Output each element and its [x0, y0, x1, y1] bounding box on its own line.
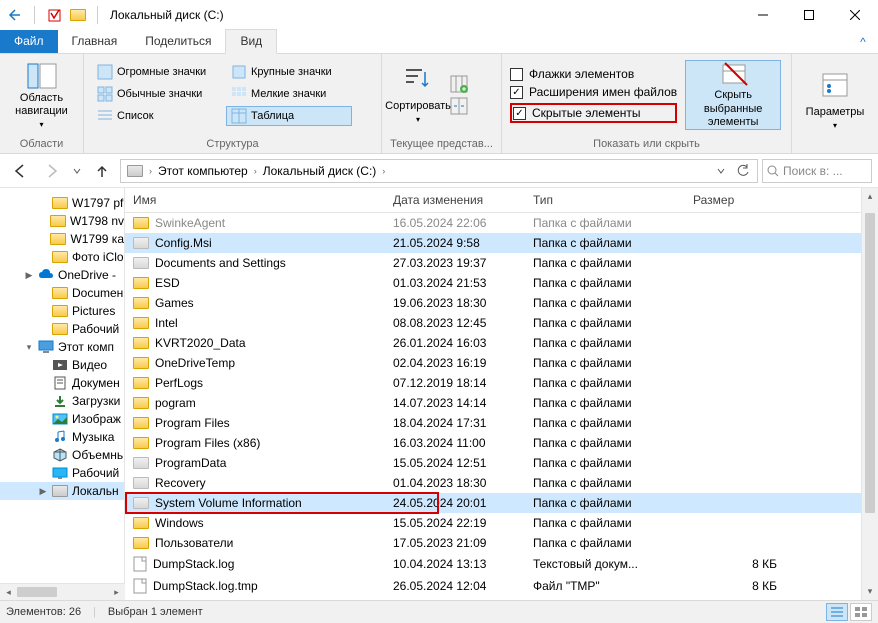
file-row[interactable]: Пользователи17.05.2023 21:09Папка с файл… [125, 533, 861, 553]
nav-item[interactable]: W1799 ка [0, 230, 124, 248]
column-name[interactable]: Имя [125, 188, 385, 212]
nav-item[interactable]: Рабочий [0, 320, 124, 338]
drive-icon [127, 165, 143, 177]
file-row[interactable]: KVRT2020_Data26.01.2024 16:03Папка с фай… [125, 333, 861, 353]
layout-extra-large[interactable]: Огромные значки [92, 62, 224, 82]
search-input[interactable]: Поиск в: ... [762, 159, 872, 183]
nav-item[interactable]: ▶Локальн [0, 482, 124, 500]
file-row[interactable]: ESD01.03.2024 21:53Папка с файлами [125, 273, 861, 293]
nav-item[interactable]: W1797 pf [0, 194, 124, 212]
options-button[interactable]: Параметры▾ [800, 66, 870, 136]
scrollbar-vertical[interactable]: ▴ ▾ [861, 188, 878, 600]
file-row[interactable]: Intel08.08.2023 12:45Папка с файлами [125, 313, 861, 333]
file-row[interactable]: Program Files18.04.2024 17:31Папка с фай… [125, 413, 861, 433]
nav-item[interactable]: Изображ [0, 410, 124, 428]
up-button[interactable] [88, 157, 116, 185]
file-row[interactable]: System Volume Information24.05.2024 20:0… [125, 493, 861, 513]
qat-back-icon[interactable] [4, 4, 26, 26]
titlebar: Локальный диск (C:) [0, 0, 878, 30]
refresh-icon[interactable] [731, 157, 755, 185]
tab-share[interactable]: Поделиться [131, 30, 225, 53]
file-row[interactable]: DumpStack.log10.04.2024 13:13Текстовый д… [125, 553, 861, 575]
layout-large[interactable]: Крупные значки [226, 62, 352, 82]
file-row[interactable]: PerfLogs07.12.2019 18:14Папка с файлами [125, 373, 861, 393]
back-button[interactable] [6, 157, 34, 185]
tab-home[interactable]: Главная [58, 30, 132, 53]
status-selected: Выбран 1 элемент [108, 606, 203, 618]
hide-selected-button[interactable]: Скрыть выбранные элементы [685, 60, 781, 130]
layout-medium[interactable]: Обычные значки [92, 84, 224, 104]
checkbox-hidden-items[interactable]: ✓Скрытые элементы [510, 103, 677, 123]
nav-scrollbar-horizontal[interactable]: ◂▸ [0, 583, 125, 600]
layout-details[interactable]: Таблица [226, 106, 352, 126]
group-label-panes: Области [0, 136, 83, 153]
file-row[interactable]: Documents and Settings27.03.2023 19:37Па… [125, 253, 861, 273]
file-row[interactable]: Program Files (x86)16.03.2024 11:00Папка… [125, 433, 861, 453]
file-row[interactable]: OneDriveTemp02.04.2023 16:19Папка с файл… [125, 353, 861, 373]
file-row[interactable]: SwinkeAgent16.05.2024 22:06Папка с файла… [125, 213, 861, 233]
file-row[interactable]: DumpStack.log.tmp26.05.2024 12:04Файл "T… [125, 575, 861, 597]
ribbon-tabs: Файл Главная Поделиться Вид ^ [0, 30, 878, 54]
file-list[interactable]: SwinkeAgent16.05.2024 22:06Папка с файла… [125, 213, 861, 600]
address-bar: › Этот компьютер › Локальный диск (C:) ›… [0, 154, 878, 188]
nav-item[interactable]: ▾Этот комп [0, 338, 124, 356]
nav-item[interactable]: Музыка [0, 428, 124, 446]
breadcrumb-pc[interactable]: Этот компьютер [154, 164, 252, 178]
file-row[interactable]: pogram14.07.2023 14:14Папка с файлами [125, 393, 861, 413]
qat-properties-icon[interactable] [43, 4, 65, 26]
tab-file[interactable]: Файл [0, 30, 58, 53]
minimize-button[interactable] [740, 0, 786, 30]
forward-button[interactable] [38, 157, 66, 185]
navigation-pane[interactable]: W1797 pfW1798 nvW1799 каФото iClo▶OneDri… [0, 188, 125, 583]
column-type[interactable]: Тип [525, 188, 685, 212]
group-label-show-hide: Показать или скрыть [502, 136, 791, 153]
sort-button[interactable]: Сортировать▾ [390, 60, 446, 130]
add-columns-icon[interactable] [450, 75, 468, 93]
collapse-ribbon-icon[interactable]: ^ [848, 31, 878, 53]
navigation-pane-button[interactable]: Область навигации▾ [8, 60, 75, 130]
file-row[interactable]: Windows15.05.2024 22:19Папка с файлами [125, 513, 861, 533]
file-row[interactable]: Config.Msi21.05.2024 9:58Папка с файлами [125, 233, 861, 253]
status-count: Элементов: 26 [6, 606, 81, 618]
group-label-layout: Структура [84, 136, 381, 153]
file-row[interactable]: ProgramData15.05.2024 12:51Папка с файла… [125, 453, 861, 473]
nav-item[interactable]: Видео [0, 356, 124, 374]
file-row[interactable]: Games19.06.2023 18:30Папка с файлами [125, 293, 861, 313]
nav-item[interactable]: Pictures [0, 302, 124, 320]
layout-small[interactable]: Мелкие значки [226, 84, 352, 104]
drive-icon [67, 4, 89, 26]
close-button[interactable] [832, 0, 878, 30]
checkbox-item-checkboxes[interactable]: Флажки элементов [510, 67, 677, 81]
checkbox-extensions[interactable]: ✓Расширения имен файлов [510, 85, 677, 99]
nav-item[interactable]: Загрузки [0, 392, 124, 410]
file-row[interactable]: Recovery01.04.2023 18:30Папка с файлами [125, 473, 861, 493]
view-details-icon[interactable] [826, 603, 848, 621]
layout-list[interactable]: Список [92, 106, 224, 126]
nav-item[interactable]: ▶OneDrive - [0, 266, 124, 284]
dropdown-icon[interactable] [711, 157, 731, 185]
column-size[interactable]: Размер [685, 188, 785, 212]
column-headers: Имя Дата изменения Тип Размер [125, 188, 861, 213]
group-label-current-view: Текущее представ... [382, 136, 501, 153]
ribbon: Область навигации▾ Области Огромные знач… [0, 54, 878, 154]
search-icon [767, 165, 779, 177]
nav-item[interactable]: Фото iClo [0, 248, 124, 266]
nav-item[interactable]: Докумен [0, 374, 124, 392]
recent-button[interactable] [70, 157, 84, 185]
nav-item[interactable]: Рабочий [0, 464, 124, 482]
maximize-button[interactable] [786, 0, 832, 30]
tab-view[interactable]: Вид [225, 29, 277, 54]
column-date[interactable]: Дата изменения [385, 188, 525, 212]
view-large-icon[interactable] [850, 603, 872, 621]
breadcrumb-drive[interactable]: Локальный диск (C:) [259, 164, 381, 178]
size-columns-icon[interactable] [450, 97, 468, 115]
nav-item[interactable]: Объемнь [0, 446, 124, 464]
status-bar: Элементов: 26 | Выбран 1 элемент [0, 600, 878, 623]
nav-item[interactable]: Documен [0, 284, 124, 302]
breadcrumb[interactable]: › Этот компьютер › Локальный диск (C:) › [120, 159, 758, 183]
window-title: Локальный диск (C:) [110, 8, 224, 22]
nav-item[interactable]: W1798 nv [0, 212, 124, 230]
